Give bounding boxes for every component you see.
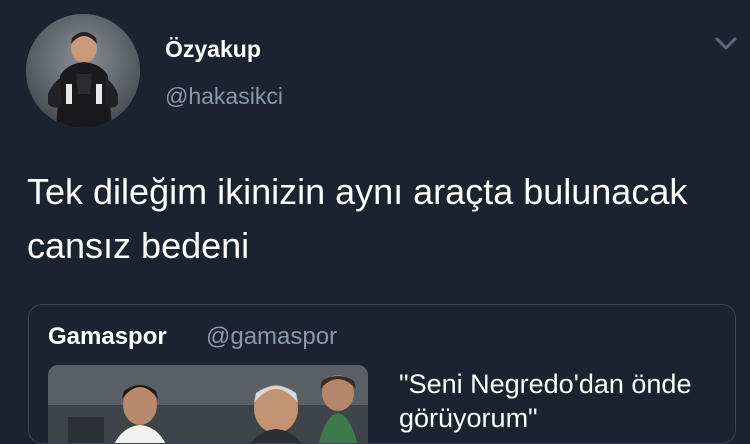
tweet-text: Tek dileğim ikinizin aynı araçta bulunac…	[27, 171, 688, 266]
user-handle[interactable]: @hakasikci	[165, 83, 283, 110]
quoted-display-name: Gamaspor	[48, 323, 167, 350]
chevron-down-icon[interactable]	[714, 36, 738, 52]
player-photo	[26, 14, 140, 128]
quoted-tweet[interactable]: Gamaspor @gamaspor "Seni Negredo'dan önd…	[28, 304, 736, 444]
avatar[interactable]	[26, 14, 140, 128]
quoted-tweet-text: "Seni Negredo'dan önde görüyorum"	[399, 369, 692, 433]
quoted-user-handle: @gamaspor	[206, 323, 338, 350]
quoted-tweet-image[interactable]	[48, 365, 368, 443]
football-players-photo	[48, 365, 368, 443]
tweet-card[interactable]: Özyakup @hakasikci Tek dileğim ikinizin …	[0, 0, 750, 444]
display-name[interactable]: Özyakup	[165, 36, 261, 63]
